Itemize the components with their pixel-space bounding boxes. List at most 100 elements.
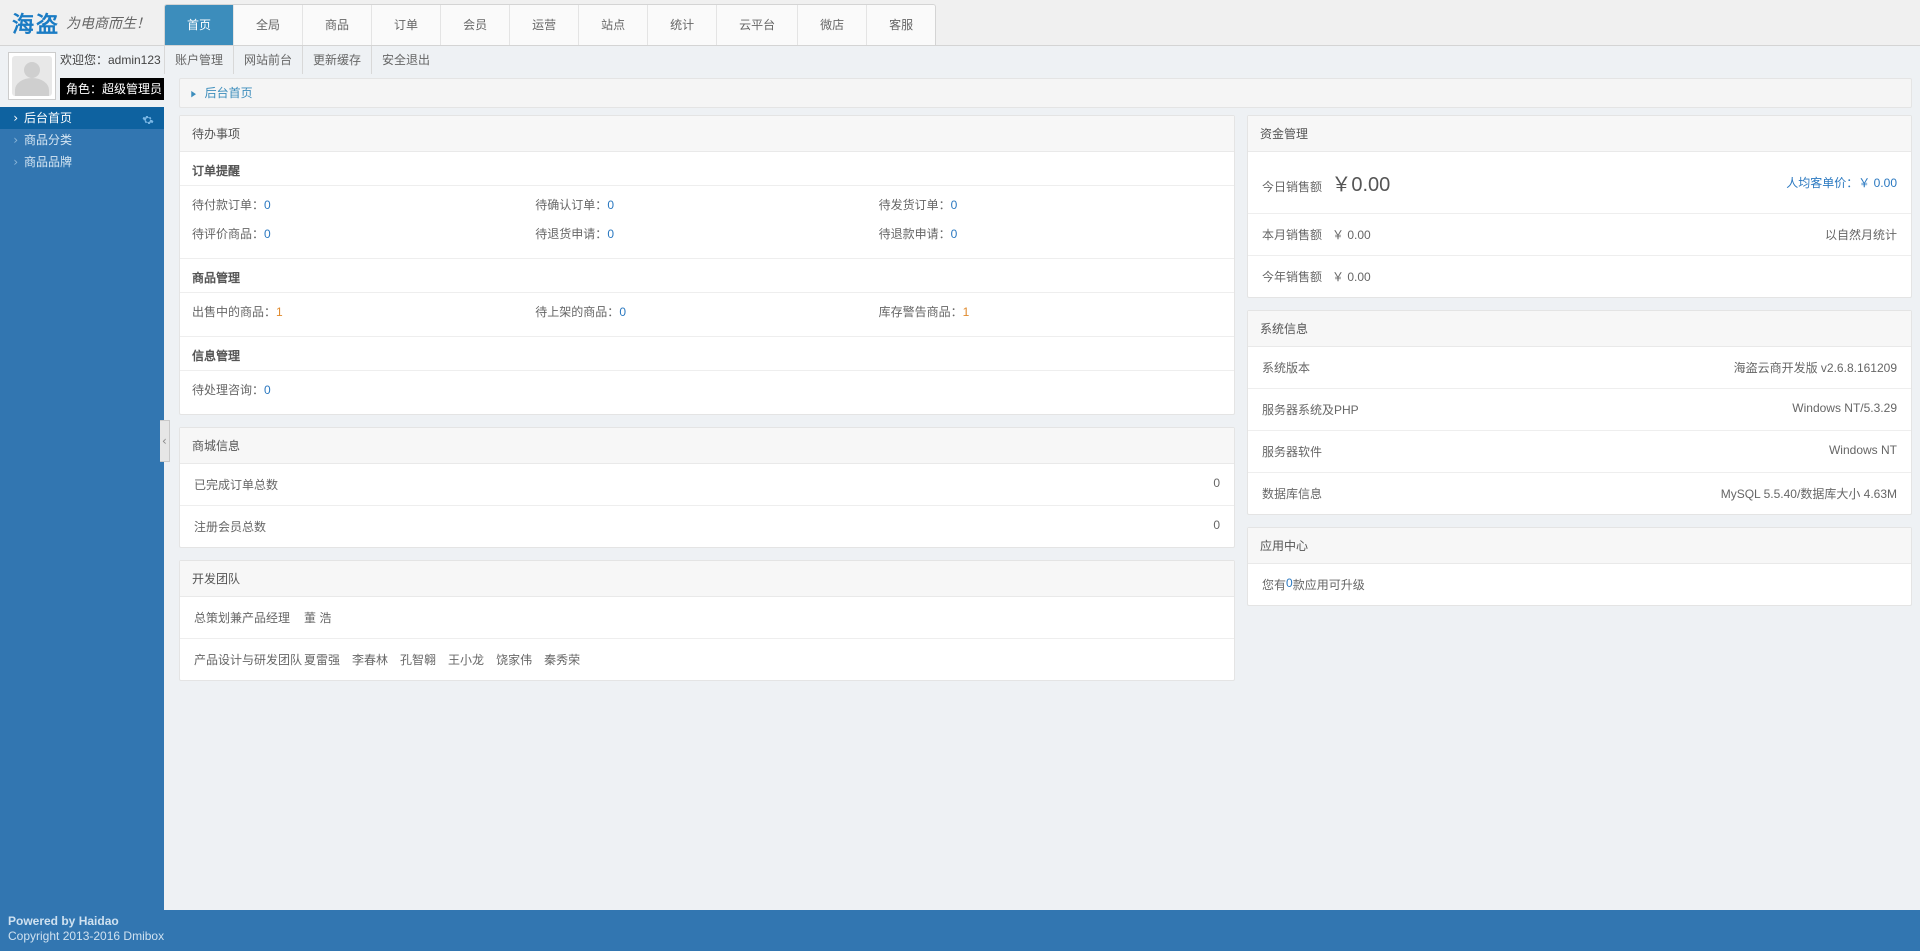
order-metric-value-0[interactable]: 0 — [264, 198, 271, 212]
order-metric-3: 待评价商品：0 — [192, 219, 535, 248]
topnav-tab-7[interactable]: 统计 — [648, 5, 717, 45]
info-metric-label-0: 待处理咨询： — [192, 383, 264, 397]
order-metric-label-1: 待确认订单： — [535, 198, 607, 212]
info-metric-0: 待处理咨询：0 — [192, 375, 535, 404]
sysinfo-value-1: Windows NT/5.3.29 — [1792, 401, 1897, 418]
action-link-2[interactable]: 更新缓存 — [302, 46, 371, 74]
topnav-tab-4[interactable]: 会员 — [441, 5, 510, 45]
sysinfo-label-2: 服务器软件 — [1262, 443, 1322, 460]
appcenter-post: 款应用可升级 — [1293, 576, 1365, 593]
order-metric-1: 待确认订单：0 — [535, 190, 878, 219]
action-links: 账户管理网站前台更新缓存安全退出 — [164, 46, 440, 74]
funds-row-left-1: 今年销售额 ￥ 0.00 — [1262, 268, 1371, 285]
mall-row-value-0: 0 — [1213, 476, 1220, 493]
topnav-tab-5[interactable]: 运营 — [510, 5, 579, 45]
sidebar-item-0[interactable]: ›后台首页 — [0, 107, 164, 129]
appcenter-count[interactable]: 0 — [1286, 576, 1293, 593]
sysinfo-row-1: 服务器系统及PHPWindows NT/5.3.29 — [1248, 389, 1911, 431]
goods-metric-0: 出售中的商品：1 — [192, 297, 535, 326]
chevron-right-icon: › — [12, 129, 19, 151]
appcenter-title: 应用中心 — [1248, 528, 1911, 564]
action-link-0[interactable]: 账户管理 — [164, 46, 233, 74]
dev-name: 夏雷强 — [304, 653, 340, 667]
top-header: 海盗 为电商而生！ 首页全局商品订单会员运营站点统计云平台微店客服 — [0, 0, 1920, 46]
funds-row-label-1: 今年销售额 — [1262, 270, 1322, 284]
main-content: 待办事项 订单提醒 待付款订单：0待确认订单：0待发货订单：0待评价商品：0待退… — [179, 115, 1912, 911]
mall-row-label-1: 注册会员总数 — [194, 518, 266, 535]
logo-main: 海盗 — [12, 7, 60, 39]
goods-metric-1: 待上架的商品：0 — [535, 297, 878, 326]
topnav-tab-3[interactable]: 订单 — [372, 5, 441, 45]
topnav-tab-8[interactable]: 云平台 — [717, 5, 798, 45]
order-metric-value-1[interactable]: 0 — [607, 198, 614, 212]
order-metric-value-5[interactable]: 0 — [951, 227, 958, 241]
goods-metric-value-0[interactable]: 1 — [276, 305, 283, 319]
order-metric-value-4[interactable]: 0 — [607, 227, 614, 241]
mall-title: 商城信息 — [180, 428, 1234, 464]
mall-row-label-0: 已完成订单总数 — [194, 476, 278, 493]
logo-sub: 为电商而生！ — [66, 13, 150, 33]
sysinfo-label-3: 数据库信息 — [1262, 485, 1322, 502]
chevron-right-icon: › — [12, 107, 19, 129]
dev-name: 孔智翱 — [400, 653, 436, 667]
order-metric-0: 待付款订单：0 — [192, 190, 535, 219]
mall-row-value-1: 0 — [1213, 518, 1220, 535]
dev-name: 李春林 — [352, 653, 388, 667]
order-metric-label-5: 待退款申请： — [879, 227, 951, 241]
sysinfo-value-3: MySQL 5.5.40/数据库大小 4.63M — [1721, 485, 1897, 502]
funds-row-value-1: ￥ 0.00 — [1332, 270, 1371, 284]
info-metric-value-0[interactable]: 0 — [264, 383, 271, 397]
breadcrumb-arrow-icon: ▸ — [190, 73, 197, 112]
appcenter-pre: 您有 — [1262, 576, 1286, 593]
goods-section-title: 商品管理 — [180, 259, 1234, 293]
order-metric-label-3: 待评价商品： — [192, 227, 264, 241]
topnav-tab-1[interactable]: 全局 — [234, 5, 303, 45]
action-link-1[interactable]: 网站前台 — [233, 46, 302, 74]
appcenter-card: 应用中心 您有 0 款应用可升级 — [1247, 527, 1912, 606]
info-section-title: 信息管理 — [180, 337, 1234, 371]
order-metric-label-4: 待退货申请： — [535, 227, 607, 241]
sub-bar: 欢迎您：admin123 账户管理网站前台更新缓存安全退出 — [0, 46, 1920, 74]
topnav-tab-0[interactable]: 首页 — [165, 5, 234, 45]
funds-row-0: 本月销售额 ￥ 0.00以自然月统计 — [1248, 214, 1911, 256]
footer: Powered by Haidao Copyright 2013-2016 Dm… — [0, 910, 1920, 951]
sysinfo-value-2: Windows NT — [1829, 443, 1897, 460]
sidebar-item-1[interactable]: ›商品分类 — [0, 129, 164, 151]
order-metric-value-2[interactable]: 0 — [951, 198, 958, 212]
dev-names-0: 董 浩 — [304, 609, 343, 626]
topnav-tab-6[interactable]: 站点 — [579, 5, 648, 45]
dev-title: 开发团队 — [180, 561, 1234, 597]
todo-card: 待办事项 订单提醒 待付款订单：0待确认订单：0待发货订单：0待评价商品：0待退… — [179, 115, 1235, 415]
goods-metric-label-0: 出售中的商品： — [192, 305, 276, 319]
footer-line1: Powered by Haidao — [8, 914, 1912, 930]
sysinfo-row-0: 系统版本海盗云商开发版 v2.6.8.161209 — [1248, 347, 1911, 389]
gear-icon[interactable] — [142, 111, 154, 123]
topnav-tab-9[interactable]: 微店 — [798, 5, 867, 45]
sysinfo-title: 系统信息 — [1248, 311, 1911, 347]
funds-row-label-0: 本月销售额 — [1262, 228, 1322, 242]
dev-name: 饶家伟 — [496, 653, 532, 667]
goods-metric-value-1[interactable]: 0 — [619, 305, 626, 319]
sidebar-collapse-handle[interactable]: ‹ — [160, 420, 170, 462]
funds-title: 资金管理 — [1248, 116, 1911, 152]
dev-name: 王小龙 — [448, 653, 484, 667]
sidebar: ›后台首页›商品分类›商品品牌 — [0, 107, 164, 951]
goods-metric-label-2: 库存警告商品： — [879, 305, 963, 319]
breadcrumb: ▸ 后台首页 — [179, 78, 1912, 108]
footer-line2: Copyright 2013-2016 Dmibox — [8, 929, 1912, 945]
dev-row-0: 总策划兼产品经理董 浩 — [180, 597, 1234, 639]
topnav-tab-10[interactable]: 客服 — [867, 5, 935, 45]
order-metric-label-0: 待付款订单： — [192, 198, 264, 212]
dev-name: 秦秀荣 — [544, 653, 580, 667]
dev-role-0: 总策划兼产品经理 — [194, 609, 304, 626]
logo: 海盗 为电商而生！ — [0, 0, 164, 45]
goods-metric-value-2[interactable]: 1 — [963, 305, 970, 319]
breadcrumb-text[interactable]: 后台首页 — [205, 86, 253, 100]
order-metric-value-3[interactable]: 0 — [264, 227, 271, 241]
avg-order-price[interactable]: 人均客单价：￥ 0.00 — [1786, 174, 1897, 191]
topnav-tab-2[interactable]: 商品 — [303, 5, 372, 45]
action-link-3[interactable]: 安全退出 — [371, 46, 440, 74]
funds-row-note-0: 以自然月统计 — [1825, 226, 1897, 243]
sidebar-item-2[interactable]: ›商品品牌 — [0, 151, 164, 173]
goods-metric-label-1: 待上架的商品： — [535, 305, 619, 319]
